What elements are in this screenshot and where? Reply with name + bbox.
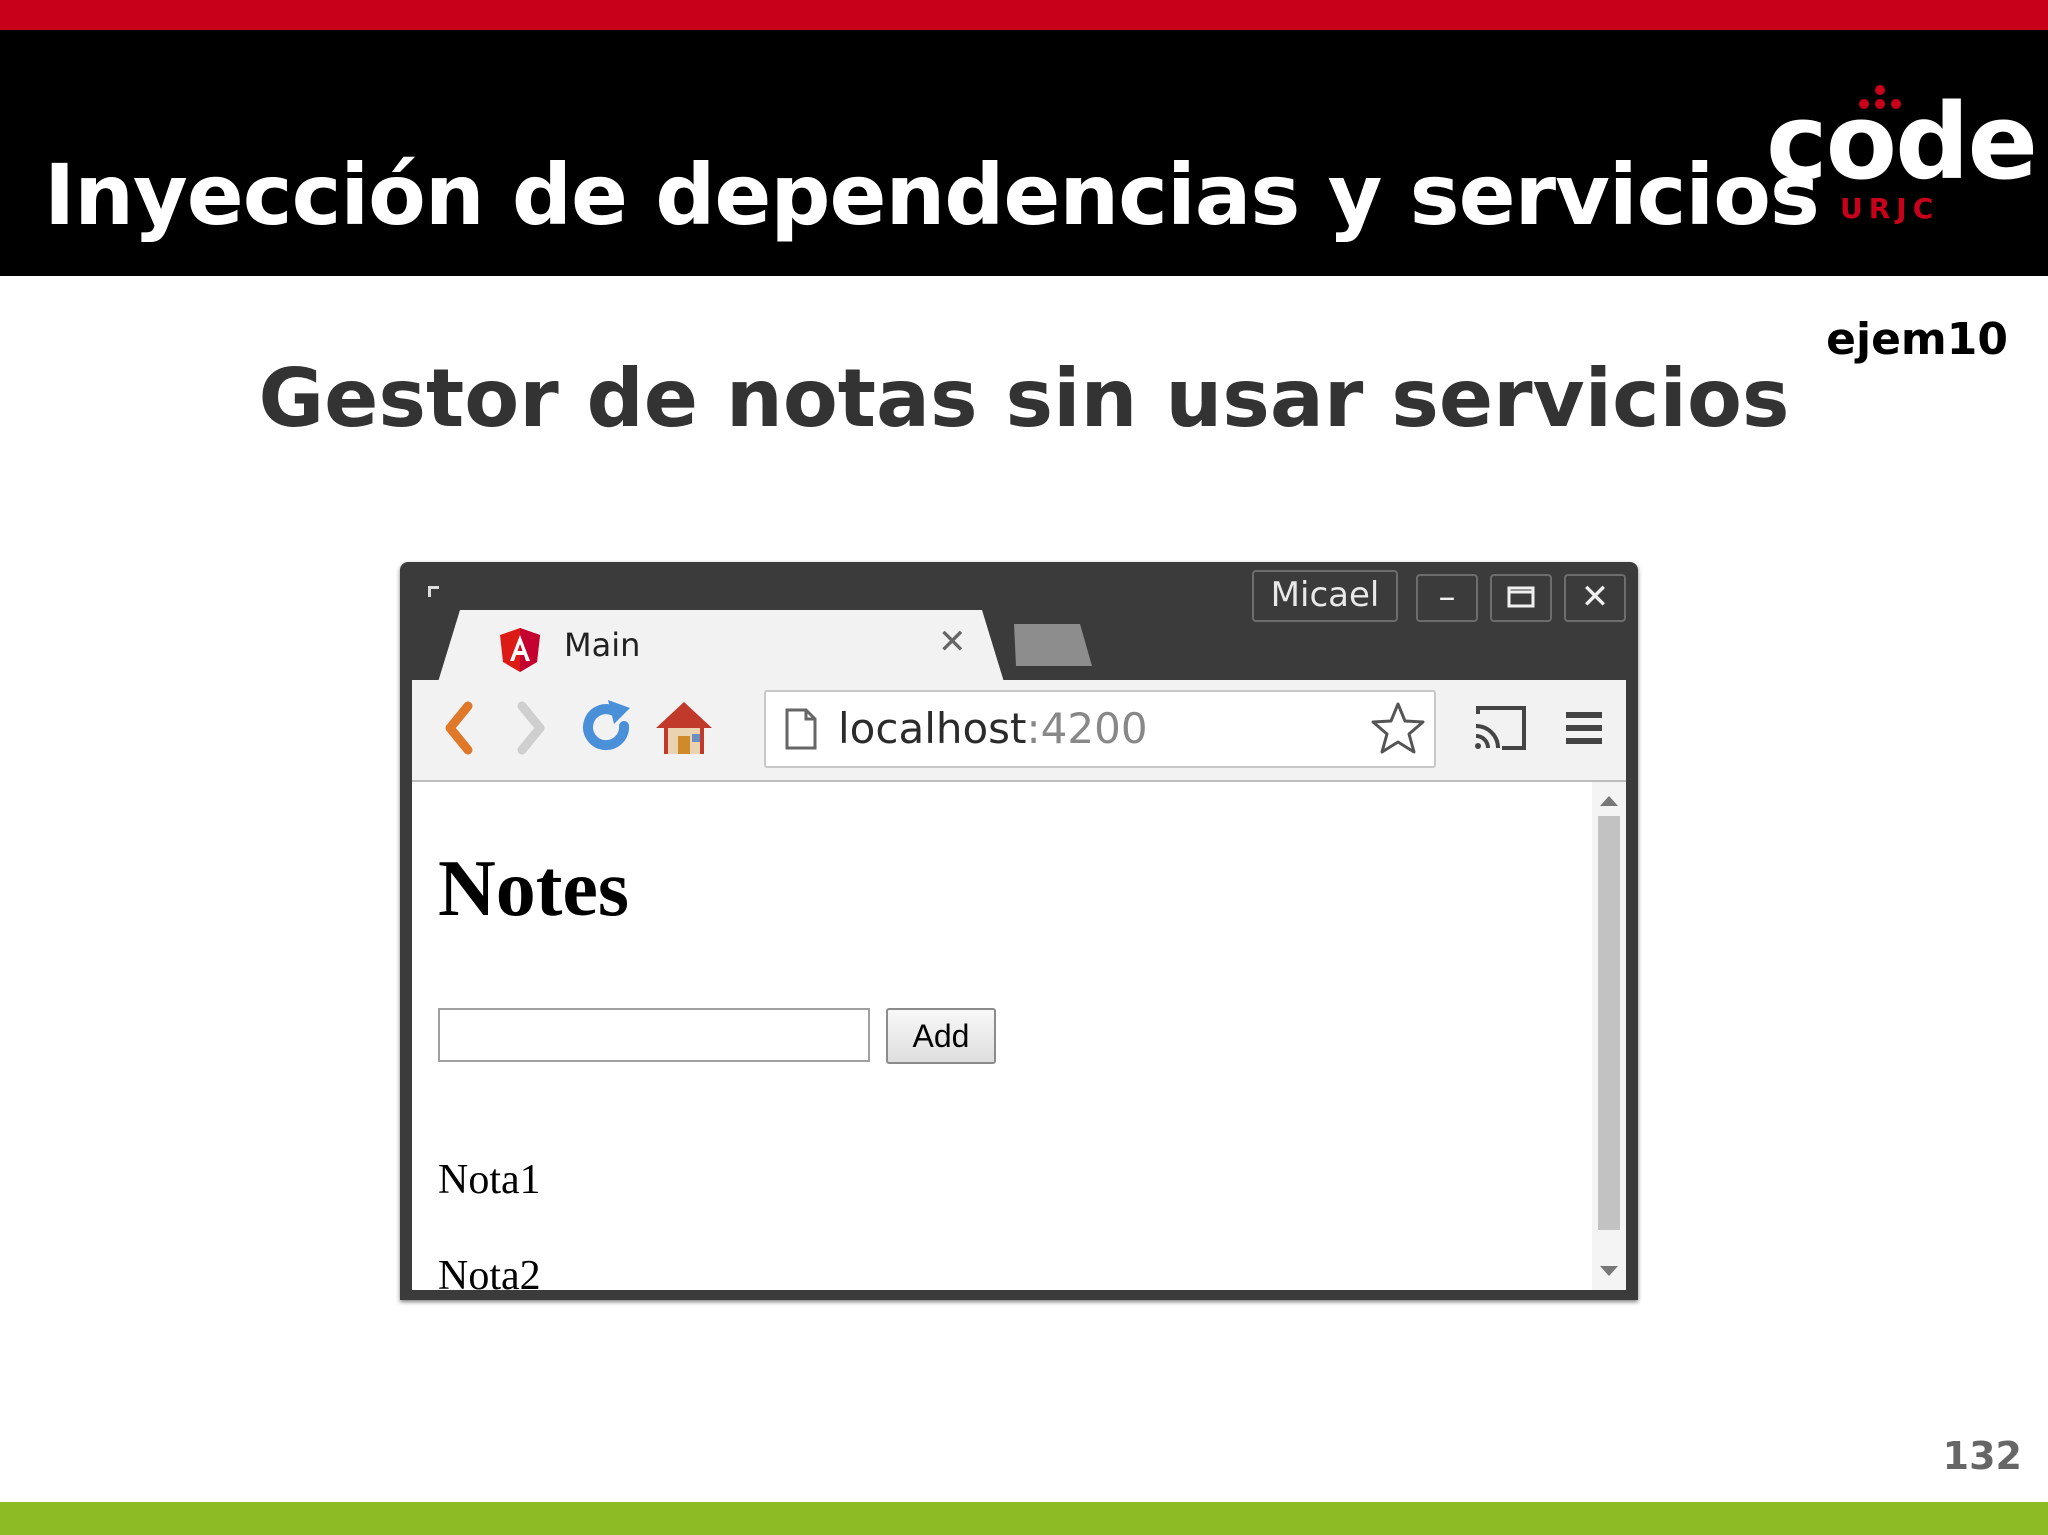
url-text: localhost:4200 — [838, 704, 1148, 753]
browser-window: Micael – ✕ Main ✕ localhost:4200 Notes A… — [400, 562, 1638, 1300]
note-input[interactable] — [438, 1008, 870, 1062]
url-port: :4200 — [1026, 704, 1148, 753]
note-item: Nota2 — [438, 1253, 541, 1299]
slide-title: Inyección de dependencias y servicios — [44, 146, 1820, 244]
page-number: 132 — [1942, 1434, 2022, 1478]
maximize-button[interactable] — [1490, 574, 1552, 622]
minimize-button[interactable]: – — [1416, 574, 1478, 622]
bottom-accent-bar — [0, 1502, 2048, 1535]
address-bar[interactable]: localhost:4200 — [764, 690, 1436, 768]
home-icon[interactable] — [652, 696, 716, 760]
menu-icon[interactable] — [1564, 706, 1604, 750]
window-corner-icon — [428, 586, 439, 597]
angular-icon — [500, 628, 540, 672]
forward-icon[interactable] — [498, 696, 562, 760]
code-urjc-logo: code URJC — [1760, 80, 2038, 230]
notes-heading: Notes — [438, 845, 630, 933]
back-icon[interactable] — [428, 696, 492, 760]
page-viewport: Notes Add Nota1 Nota2 — [412, 782, 1626, 1299]
top-accent-bar — [0, 0, 2048, 30]
logo-subtext: URJC — [1840, 192, 1940, 225]
scroll-down-icon[interactable] — [1600, 1266, 1618, 1276]
note-item: Nota1 — [438, 1157, 541, 1203]
tab-close-icon[interactable]: ✕ — [938, 622, 967, 662]
tab-label: Main — [564, 626, 641, 664]
page-icon — [785, 708, 817, 750]
tab-main[interactable]: Main ✕ — [438, 610, 1004, 682]
maximize-icon — [1507, 586, 1535, 608]
new-tab-button[interactable] — [1014, 624, 1092, 666]
reload-icon[interactable] — [574, 696, 638, 760]
url-host: localhost — [838, 704, 1027, 753]
slide-subtitle: Gestor de notas sin usar servicios — [258, 352, 1790, 445]
vertical-scrollbar[interactable] — [1592, 782, 1626, 1290]
close-window-button[interactable]: ✕ — [1564, 574, 1626, 622]
scroll-thumb[interactable] — [1598, 816, 1620, 1230]
browser-toolbar: localhost:4200 — [412, 680, 1626, 782]
logo-word: code — [1766, 81, 2038, 203]
cast-icon[interactable] — [1472, 704, 1528, 752]
bookmark-star-icon[interactable] — [1370, 700, 1426, 756]
scroll-up-icon[interactable] — [1600, 796, 1618, 806]
profile-button[interactable]: Micael — [1252, 570, 1398, 622]
add-button[interactable]: Add — [886, 1008, 996, 1064]
